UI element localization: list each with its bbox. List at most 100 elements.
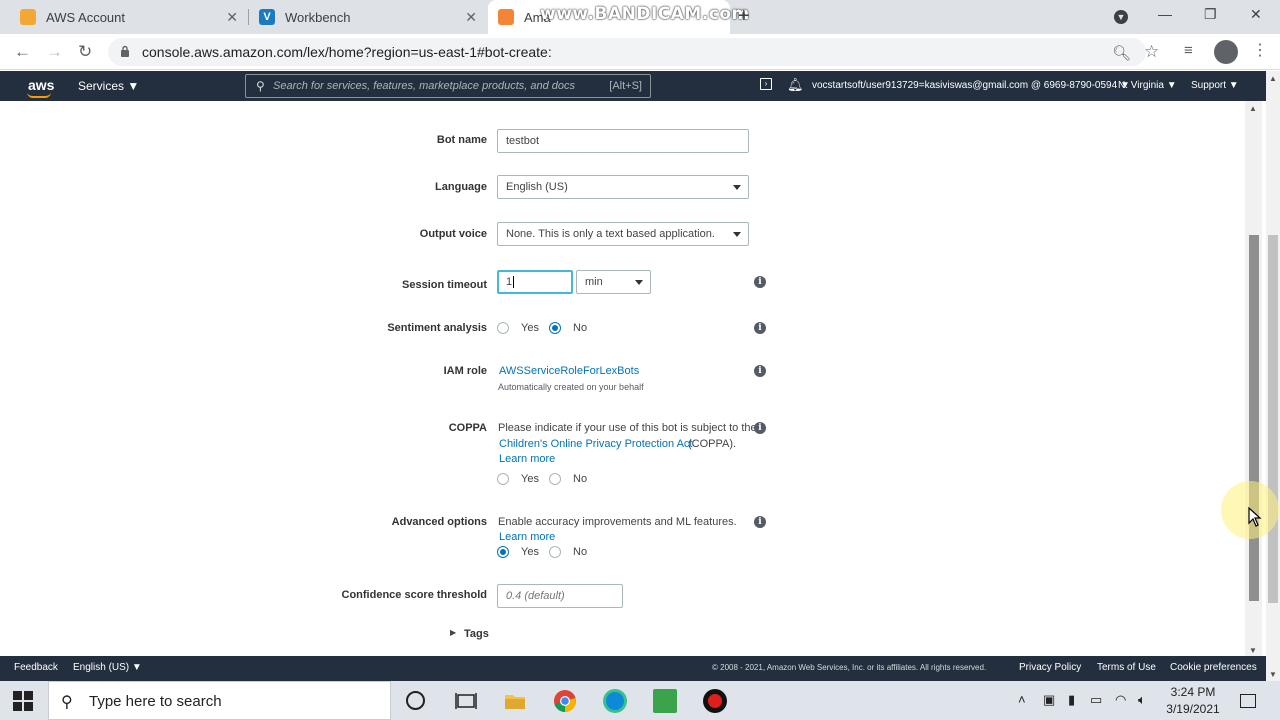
sentiment-no-radio[interactable]: [549, 322, 561, 334]
tags-expander[interactable]: Tags: [464, 628, 489, 640]
feedback-link[interactable]: Feedback: [14, 662, 58, 673]
confidence-threshold-input[interactable]: [497, 584, 623, 608]
taskbar-search-box[interactable]: ⚲ Type here to search: [48, 681, 391, 720]
scroll-down-icon[interactable]: ▼: [1249, 646, 1257, 655]
bot-name-input[interactable]: testbot: [497, 129, 749, 153]
close-tab-icon[interactable]: ✕: [226, 9, 238, 25]
scrollbar-thumb[interactable]: [1268, 235, 1278, 603]
close-window-icon[interactable]: ✕: [1250, 6, 1262, 23]
close-tab-icon[interactable]: ✕: [465, 9, 477, 25]
caret-right-icon[interactable]: ▶: [450, 628, 456, 637]
task-view-icon[interactable]: [454, 689, 478, 713]
info-icon[interactable]: i: [754, 322, 766, 334]
session-timeout-unit-select[interactable]: min: [576, 270, 651, 294]
session-timeout-label: Session timeout: [402, 279, 487, 291]
bandicam-record-icon[interactable]: [703, 689, 727, 713]
record-dot: [708, 694, 722, 708]
amazon-favicon-icon: [498, 9, 514, 25]
edge-icon[interactable]: [603, 689, 627, 713]
bot-name-label: Bot name: [436, 134, 487, 146]
footer-language-select[interactable]: English (US) ▼: [73, 662, 142, 673]
coppa-learn-more-link[interactable]: Learn more: [499, 453, 555, 465]
windows-start-icon[interactable]: [13, 691, 33, 711]
language-value: English (US): [506, 181, 568, 193]
info-icon[interactable]: i: [754, 516, 766, 528]
coppa-yes-radio[interactable]: [497, 473, 509, 485]
paint-app-icon[interactable]: [653, 689, 677, 713]
copyright-text: © 2008 - 2021, Amazon Web Services, Inc.…: [712, 663, 987, 672]
privacy-policy-link[interactable]: Privacy Policy: [1019, 662, 1081, 673]
tab-search-icon[interactable]: ▼: [1114, 10, 1128, 24]
content-scrollbar[interactable]: ▲ ▼: [1245, 101, 1262, 656]
device-icon[interactable]: ▮: [1068, 692, 1075, 708]
scroll-down-icon[interactable]: ▼: [1269, 670, 1277, 679]
scroll-up-icon[interactable]: ▲: [1269, 74, 1277, 83]
output-voice-select[interactable]: None. This is only a text based applicat…: [497, 222, 749, 246]
profile-avatar-icon[interactable]: [1214, 40, 1238, 64]
region-menu[interactable]: N. Virginia ▼: [1118, 80, 1177, 91]
browser-toolbar: ← → ↻ console.aws.amazon.com/lex/home?re…: [0, 34, 1280, 70]
new-tab-icon[interactable]: +: [738, 6, 750, 26]
system-clock[interactable]: 3:24 PM 3/19/2021: [1158, 684, 1228, 718]
output-voice-label: Output voice: [419, 228, 487, 240]
iam-role-link[interactable]: AWSServiceRoleForLexBots: [499, 365, 639, 377]
aws-search-box[interactable]: ⚲ Search for services, features, marketp…: [245, 74, 651, 98]
coppa-description: Please indicate if your use of this bot …: [498, 422, 757, 434]
taskbar-search-placeholder: Type here to search: [89, 693, 222, 710]
minimize-icon[interactable]: —: [1158, 6, 1172, 22]
zoom-icon[interactable]: 🔍︎: [1112, 44, 1131, 62]
info-icon[interactable]: i: [754, 276, 766, 288]
advanced-options-description: Enable accuracy improvements and ML feat…: [498, 516, 737, 528]
show-hidden-icons-icon[interactable]: ˄: [1018, 692, 1026, 707]
session-timeout-input[interactable]: 1: [497, 270, 573, 294]
reload-icon[interactable]: ↻: [78, 42, 92, 62]
advanced-yes-radio[interactable]: [497, 546, 509, 558]
wifi-icon[interactable]: ◠: [1115, 692, 1126, 708]
terms-of-use-link[interactable]: Terms of Use: [1097, 662, 1156, 673]
notification-center-icon[interactable]: [1240, 694, 1256, 708]
notifications-bell-icon[interactable]: 🔔︎: [787, 77, 804, 93]
tab-title: Workbench: [285, 9, 351, 25]
advanced-learn-more-link[interactable]: Learn more: [499, 531, 555, 543]
services-menu[interactable]: Services ▼: [78, 79, 139, 93]
tab-workbench[interactable]: V Workbench ✕: [249, 0, 487, 34]
cookie-preferences-link[interactable]: Cookie preferences: [1170, 662, 1257, 673]
back-icon[interactable]: ←: [14, 42, 31, 62]
confidence-threshold-label: Confidence score threshold: [341, 589, 487, 601]
aws-logo[interactable]: aws: [27, 77, 54, 98]
file-explorer-icon[interactable]: [503, 689, 527, 713]
sentiment-analysis-label: Sentiment analysis: [387, 322, 487, 334]
cloudshell-icon[interactable]: ›: [760, 78, 772, 90]
support-menu[interactable]: Support ▼: [1191, 80, 1239, 91]
bookmark-star-icon[interactable]: ☆: [1144, 42, 1159, 62]
bandicam-watermark: www.BANDICAM.com: [540, 4, 750, 24]
media-control-icon[interactable]: ≡: [1184, 42, 1193, 59]
info-icon[interactable]: i: [754, 365, 766, 377]
restore-icon[interactable]: ❐: [1204, 6, 1217, 23]
aws-account-favicon-icon: [20, 9, 36, 25]
chrome-icon[interactable]: [553, 689, 577, 713]
coppa-no-radio[interactable]: [549, 473, 561, 485]
volume-icon[interactable]: 🔈︎: [1138, 692, 1146, 708]
bot-create-form: Bot name testbot Language English (US) O…: [0, 101, 1245, 656]
info-icon[interactable]: i: [754, 422, 766, 434]
clock-date: 3/19/2021: [1166, 702, 1220, 716]
account-menu[interactable]: vocstartsoft/user913729=kasiviswas@gmail…: [812, 80, 1130, 91]
address-bar[interactable]: console.aws.amazon.com/lex/home?region=u…: [108, 38, 1159, 66]
page-scrollbar[interactable]: ▲ ▼: [1266, 71, 1280, 681]
advanced-no-radio[interactable]: [549, 546, 561, 558]
chevron-down-icon: [733, 185, 741, 190]
sentiment-yes-radio[interactable]: [497, 322, 509, 334]
iam-role-label: IAM role: [443, 365, 487, 377]
iam-role-note: Automatically created on your behalf: [498, 382, 644, 392]
cortana-icon[interactable]: [406, 691, 425, 710]
scroll-up-icon[interactable]: ▲: [1249, 104, 1257, 113]
battery-icon[interactable]: ▭: [1090, 692, 1102, 708]
tab-aws-account[interactable]: AWS Account ✕: [0, 0, 248, 34]
language-select[interactable]: English (US): [497, 175, 749, 199]
meet-now-icon[interactable]: ▣: [1043, 692, 1055, 708]
forward-icon[interactable]: →: [46, 42, 63, 62]
coppa-act-link[interactable]: Children's Online Privacy Protection Act: [499, 438, 692, 450]
browser-menu-icon[interactable]: ⋮: [1252, 40, 1268, 60]
scrollbar-thumb[interactable]: [1249, 235, 1259, 601]
